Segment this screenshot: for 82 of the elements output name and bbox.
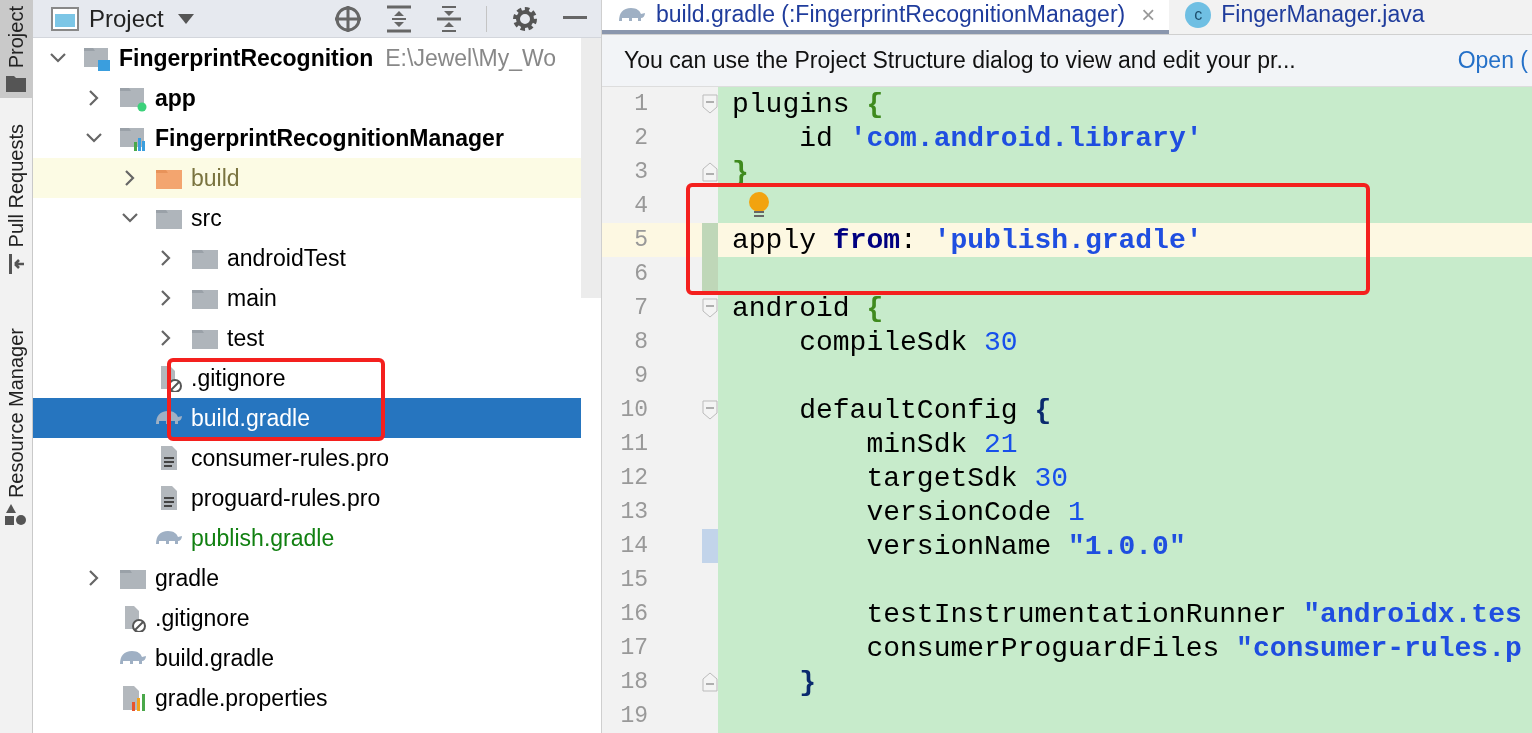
class-icon: c <box>1185 1 1212 28</box>
minimize-icon[interactable] <box>563 15 587 22</box>
tree-item-label: gradle.properties <box>155 684 328 712</box>
elephant-icon <box>119 650 147 666</box>
editor-tab[interactable]: build.gradle (:FingerprintRecognitionManager) × <box>602 0 1170 34</box>
tree-row[interactable]: androidTest <box>33 238 581 278</box>
line-number: 7 <box>633 295 648 321</box>
tree-item-label: androidTest <box>227 244 346 272</box>
tree-item-label: FingerprintRecognitionManager <box>155 124 504 152</box>
line-number: 12 <box>619 465 648 491</box>
line-number: 14 <box>619 533 648 559</box>
line-number: 4 <box>633 193 648 219</box>
panel-title[interactable]: Project <box>89 4 164 33</box>
line-number: 11 <box>619 431 648 457</box>
tree-item-label: main <box>227 284 277 312</box>
open-link[interactable]: Open ( <box>1457 46 1528 74</box>
pull-request-icon <box>7 253 25 274</box>
tree-row[interactable]: gradle <box>33 558 581 598</box>
line-number: 1 <box>633 91 648 117</box>
tool-window-tab[interactable]: Resource Manager <box>0 321 32 532</box>
tree-item-label: .gitignore <box>191 364 286 392</box>
notification-text: You can use the Project Structure dialog to view and edit your pr... <box>624 46 1296 74</box>
settings-icon[interactable] <box>511 4 539 33</box>
tree-item-label: build.gradle <box>155 644 274 672</box>
change-marker[interactable] <box>702 257 718 291</box>
editor-tab[interactable]: c FingerManager.java <box>1169 0 1439 34</box>
collapse-all-icon[interactable] <box>436 4 462 33</box>
tree-row[interactable]: build.gradle <box>33 638 581 678</box>
tree-item-label: consumer-rules.pro <box>191 444 390 472</box>
line-number: 17 <box>619 635 648 661</box>
tree-row[interactable]: consumer-rules.pro <box>33 438 581 478</box>
tree-item-label: proguard-rules.pro <box>191 484 381 512</box>
tree-row[interactable]: FingerprintRecognition E:\Jewel\My_Wo <box>33 38 581 78</box>
line-number: 19 <box>619 703 648 729</box>
crosshair-icon[interactable] <box>334 4 362 33</box>
tree-item-label: app <box>155 84 196 112</box>
lightbulb-icon[interactable] <box>748 192 770 220</box>
tool-window-tab[interactable]: Pull Requests <box>0 118 32 280</box>
tree-row[interactable]: gradle.properties <box>33 678 581 718</box>
shapes-icon <box>5 503 27 526</box>
tree-item-label: test <box>227 324 265 352</box>
tree-row[interactable]: build <box>33 158 581 198</box>
line-number: 8 <box>633 329 648 355</box>
line-number: 16 <box>619 601 648 627</box>
tree-row[interactable]: .gitignore <box>33 358 581 398</box>
expand-all-icon[interactable] <box>386 4 412 33</box>
elephant-icon <box>618 6 646 23</box>
line-number: 15 <box>619 567 648 593</box>
dropdown-caret-icon[interactable] <box>177 13 194 24</box>
tree-item-label: FingerprintRecognition <box>119 44 374 72</box>
tree-row[interactable]: publish.gradle <box>33 518 581 558</box>
tree-row[interactable]: build.gradle <box>33 398 581 438</box>
tree-item-label: build <box>191 164 240 192</box>
tree-row[interactable]: src <box>33 198 581 238</box>
elephant-icon <box>155 530 183 546</box>
line-number: 5 <box>633 227 648 253</box>
line-number: 9 <box>633 363 648 389</box>
tree-item-label: src <box>191 204 222 232</box>
line-number: 10 <box>619 397 648 423</box>
tree-row[interactable]: main <box>33 278 581 318</box>
scrollbar[interactable] <box>581 38 601 298</box>
change-marker[interactable] <box>702 223 718 257</box>
tree-item-label: publish.gradle <box>191 524 335 552</box>
line-number: 3 <box>633 159 648 185</box>
tree-row[interactable]: test <box>33 318 581 358</box>
window-icon <box>51 6 79 31</box>
tree-row[interactable]: FingerprintRecognitionManager <box>33 118 581 158</box>
line-number: 13 <box>619 499 648 525</box>
tree-row[interactable]: proguard-rules.pro <box>33 478 581 518</box>
line-number: 6 <box>633 261 648 287</box>
change-marker[interactable] <box>702 529 718 563</box>
tool-window-tab[interactable]: Project <box>0 0 32 99</box>
line-number: 18 <box>619 669 648 695</box>
tree-row[interactable]: .gitignore <box>33 598 581 638</box>
tree-item-label: gradle <box>155 564 219 592</box>
tree-item-label: .gitignore <box>155 604 250 632</box>
elephant-icon <box>155 410 183 426</box>
tree-item-label: build.gradle <box>191 404 310 432</box>
project-path: E:\Jewel\My_Wo <box>385 44 557 72</box>
line-number: 2 <box>633 125 648 151</box>
tree-row[interactable]: app <box>33 78 581 118</box>
folder-icon <box>6 74 26 93</box>
